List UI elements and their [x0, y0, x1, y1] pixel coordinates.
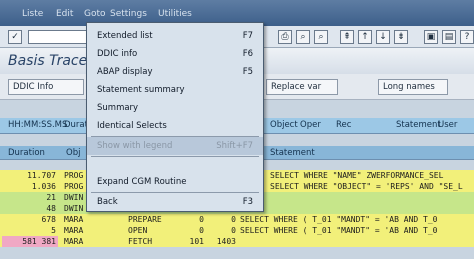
header-user[interactable]: User	[438, 120, 457, 130]
col-object[interactable]: Obj	[66, 148, 80, 158]
long-names-label: Long names	[383, 82, 435, 92]
long-names-button[interactable]: Long names	[378, 79, 448, 95]
menu-item-label: Back	[97, 197, 118, 207]
next-page-icon[interactable]: ↓	[376, 30, 390, 44]
shortcut-icon[interactable]: ▤	[442, 30, 456, 44]
menu-item-statement-summary[interactable]: Statement summary	[87, 81, 263, 99]
enter-icon[interactable]: ✓	[8, 30, 22, 44]
object-cell: MARA	[64, 226, 84, 235]
menu-item-shortcut: F7	[242, 31, 253, 41]
oper-cell: PREPARE	[128, 215, 162, 224]
menu-item-summary[interactable]: Summary	[87, 99, 263, 117]
ddic-info-button[interactable]: DDIC Info	[8, 79, 84, 95]
menu-item-label: ABAP display	[97, 67, 153, 77]
menu-item-shortcut: Shift+F7	[216, 141, 253, 151]
duration-cell: 21	[46, 193, 56, 202]
duration-cell: 11.707	[27, 171, 56, 180]
menu-item-extended-list[interactable]: Extended list F7	[87, 27, 263, 45]
menu-item-back[interactable]: Back F3	[87, 193, 263, 211]
header-rec[interactable]: Rec	[336, 120, 351, 130]
help-icon[interactable]: ?	[460, 30, 474, 44]
table-row[interactable]: 5 MARA OPEN 0 0 SELECT WHERE ( T_01 "MAN…	[0, 225, 474, 236]
command-field[interactable]	[28, 30, 88, 44]
replace-var-button[interactable]: Replace var	[266, 79, 338, 95]
menu-item-ddic-info[interactable]: DDIC info F6	[87, 45, 263, 63]
print-icon[interactable]: ⎙	[278, 30, 292, 44]
page-title: Basis Trace	[8, 53, 88, 69]
header-oper[interactable]: Oper	[300, 120, 321, 130]
last-page-icon[interactable]: ⇟	[394, 30, 408, 44]
header-statement[interactable]: Statement	[396, 120, 441, 130]
menu-item-label: Show with legend	[97, 141, 173, 151]
menu-item-shortcut: F5	[242, 67, 253, 77]
duration-cell: 48	[46, 204, 56, 213]
find-icon[interactable]: ⌕	[296, 30, 310, 44]
col-duration[interactable]: Duration	[8, 148, 45, 158]
menu-item-show-with-legend[interactable]: Show with legend Shift+F7	[87, 137, 263, 155]
statement-cell: SELECT WHERE "NAME" ZWERFORMANCE_SEL	[270, 171, 444, 180]
first-page-icon[interactable]: ⇞	[340, 30, 354, 44]
col-statement[interactable]: Statement	[270, 148, 315, 158]
menu-list[interactable]: Liste	[22, 9, 43, 19]
menu-item-expand-cgm-routine[interactable]: Expand CGM Routine	[87, 173, 263, 191]
menu-item-label: Expand CGM Routine	[97, 177, 187, 187]
menu-separator	[91, 156, 259, 157]
table-row[interactable]: 581 381 MARA FETCH 101 1403	[0, 236, 474, 247]
object-cell: MARA	[64, 237, 84, 246]
oper-cell: FETCH	[128, 237, 153, 246]
find-next-icon[interactable]: ⌕	[314, 30, 328, 44]
menu-item-label: Identical Selects	[97, 121, 167, 131]
table-row[interactable]: 678 MARA PREPARE 0 0 SELECT WHERE ( T_01…	[0, 214, 474, 225]
duration-cell: 581 381	[2, 236, 58, 247]
duration-cell: 5	[51, 226, 56, 235]
rec-cell: 0	[199, 226, 204, 235]
menu-settings[interactable]: Settings	[110, 9, 147, 19]
rc-cell: 1403	[216, 237, 236, 246]
duration-cell: 678	[41, 215, 56, 224]
rec-cell: 101	[189, 237, 204, 246]
duration-cell: 1.036	[31, 182, 56, 191]
rec-cell: 0	[199, 215, 204, 224]
menu-item-identical-selects[interactable]: Identical Selects	[87, 117, 263, 135]
menu-item-label: Summary	[97, 103, 139, 113]
menu-item-label: DDIC info	[97, 49, 138, 59]
statement-cell: SELECT WHERE "OBJECT" = 'REPS' AND "SE_L	[270, 182, 463, 191]
menu-goto[interactable]: Goto	[84, 9, 106, 19]
menu-edit[interactable]: Edit	[56, 9, 73, 19]
prev-page-icon[interactable]: ↑	[358, 30, 372, 44]
statement-cell: SELECT WHERE ( T_01 "MANDT" = 'AB AND T_…	[240, 215, 438, 224]
header-object[interactable]: Object	[270, 120, 298, 130]
statement-cell: SELECT WHERE ( T_01 "MANDT" = 'AB AND T_…	[240, 226, 438, 235]
object-cell: MARA	[64, 215, 84, 224]
goto-dropdown-menu: Extended list F7 DDIC info F6 ABAP displ…	[86, 22, 264, 212]
new-session-icon[interactable]: ▣	[424, 30, 438, 44]
replace-var-label: Replace var	[271, 82, 322, 92]
menu-utilities[interactable]: Utilities	[158, 9, 192, 19]
ddic-info-label: DDIC Info	[13, 82, 54, 92]
menu-item-abap-display[interactable]: ABAP display F5	[87, 63, 263, 81]
oper-cell: OPEN	[128, 226, 148, 235]
header-time[interactable]: HH:MM:SS.MS	[8, 120, 67, 130]
menu-item-label: Statement summary	[97, 85, 185, 95]
menu-item-shortcut: F3	[242, 197, 253, 207]
rc-cell: 0	[231, 215, 236, 224]
menu-item-label: Extended list	[97, 31, 153, 41]
rc-cell: 0	[231, 226, 236, 235]
menu-item-shortcut: F6	[242, 49, 253, 59]
